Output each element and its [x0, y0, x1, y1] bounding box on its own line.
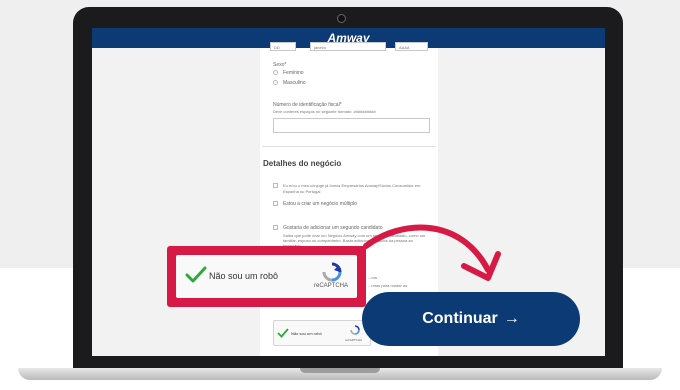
checkbox-former-ibo-label: Eu e/ou o meu cônjuge já fomos Empresári… [283, 183, 421, 194]
continue-label: Continuar [422, 310, 498, 327]
dob-year-field[interactable]: AAAA [395, 42, 428, 51]
continue-button[interactable]: Continuar → [362, 292, 580, 346]
dob-day-field[interactable]: DD [270, 42, 296, 51]
checkmark-icon [185, 266, 207, 283]
sex-label: Sexo* [273, 62, 287, 68]
business-section-title: Detalhes do negócio [263, 159, 342, 168]
radio-feminino-label: Feminino [283, 70, 304, 76]
checkbox-second-candidate[interactable] [273, 225, 278, 230]
tax-id-label: Número de identificação fiscal* [273, 102, 342, 108]
radio-masculino-label: Masculino [283, 80, 306, 86]
curved-arrow-icon [363, 224, 501, 281]
checkbox-multiple-business[interactable] [273, 201, 278, 206]
checkbox-multiple-business-label: Estou a criar um negócio múltiplo [283, 201, 357, 207]
recaptcha-footer: reCAPTCHA [314, 283, 349, 289]
recaptcha-widget-small[interactable]: Não sou um robô reCAPTCHA [273, 320, 371, 346]
radio-masculino[interactable] [273, 80, 278, 85]
recaptcha-logo-icon [350, 325, 360, 335]
recaptcha-logo-icon [322, 262, 342, 282]
section-divider [262, 146, 436, 147]
recaptcha-small-footer: reCAPTCHA [345, 338, 363, 342]
laptop-base-notch [300, 368, 380, 373]
recaptcha-small-label: Não sou um robô [291, 331, 322, 336]
dob-month-select[interactable]: janeiro [310, 42, 386, 51]
checkbox-former-ibo[interactable] [273, 183, 278, 188]
tax-id-hint: Deve conteres espaços no seguinte format… [273, 109, 376, 114]
checkmark-icon [277, 328, 289, 338]
tax-id-input[interactable] [273, 118, 430, 133]
recaptcha-label: Não sou um robô [209, 271, 279, 281]
camera-icon [337, 14, 346, 23]
radio-feminino[interactable] [273, 70, 278, 75]
arrow-right-icon: → [503, 310, 520, 327]
